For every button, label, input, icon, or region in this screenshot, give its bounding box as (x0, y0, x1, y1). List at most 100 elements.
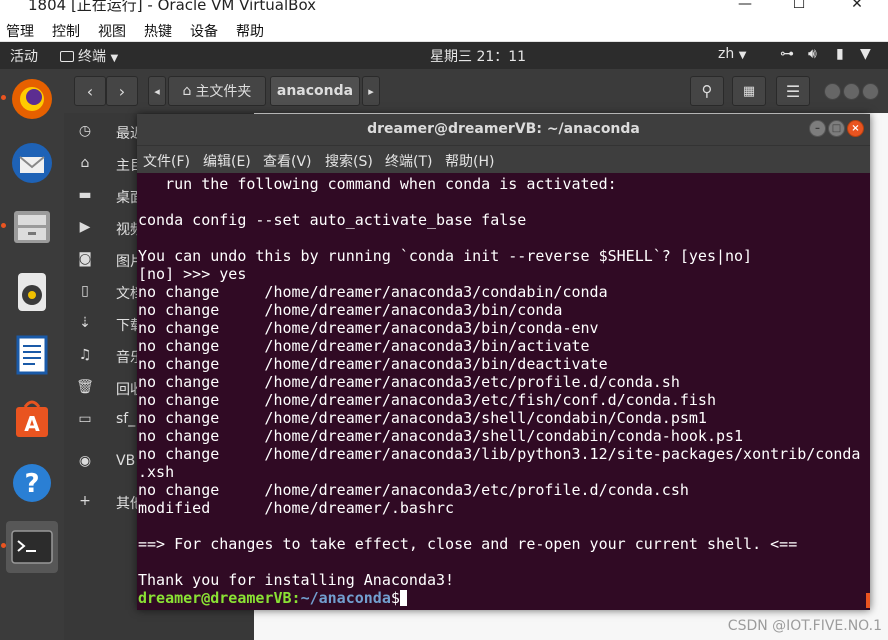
terminal-line: no change /home/dreamer/anaconda3/etc/pr… (138, 481, 689, 499)
terminal-line: no change /home/dreamer/anaconda3/shell/… (138, 427, 744, 445)
terminal-scrollbar-thumb[interactable] (866, 593, 870, 608)
path-home-label: 主文件夹 (195, 84, 252, 100)
search-button[interactable]: ⚲ (690, 76, 724, 106)
vbox-maximize-button[interactable]: ☐ (784, 0, 814, 12)
running-indicator (1, 223, 6, 228)
path-home-button[interactable]: ⌂ 主文件夹 (168, 76, 266, 106)
prompt-user: dreamer@dreamerVB (138, 589, 292, 607)
files-icon[interactable] (6, 201, 58, 253)
app-menu-button[interactable]: 终端 ▼ (60, 46, 118, 66)
terminal-line: no change /home/dreamer/anaconda3/shell/… (138, 409, 707, 427)
terminal-icon[interactable] (6, 521, 58, 573)
path-scroll-right-button[interactable]: ▸ (362, 76, 380, 106)
terminal-menu-file[interactable]: 文件(F) (143, 151, 190, 171)
terminal-minimize-button[interactable]: – (809, 120, 826, 137)
input-method-label: zh (718, 46, 735, 62)
thunderbird-icon[interactable] (6, 137, 58, 189)
input-method-button[interactable]: zh ▼ (718, 46, 746, 62)
terminal-cursor (399, 590, 407, 606)
battery-icon[interactable]: ▮ (836, 46, 844, 62)
vbox-menu-manage[interactable]: 管理 (6, 21, 34, 41)
app-menu-label: 终端 (78, 49, 106, 65)
prompt-symbol: $ (390, 589, 400, 607)
watermark: CSDN @IOT.FIVE.NO.1 (727, 618, 882, 634)
back-button[interactable]: ‹ (74, 76, 106, 106)
help-icon[interactable]: ? (6, 457, 58, 509)
dock: A ? (0, 69, 64, 640)
terminal-window-controls: – □ × (807, 120, 864, 138)
firefox-icon[interactable] (6, 73, 58, 125)
terminal-close-button[interactable]: × (847, 120, 864, 137)
minimize-button[interactable] (824, 83, 841, 100)
volume-icon[interactable]: 🔊︎ (808, 46, 817, 62)
path-current-button[interactable]: anaconda (270, 76, 360, 106)
terminal-title-bar[interactable]: dreamer@dreamerVB: ~/anaconda – □ × (137, 114, 870, 145)
vbox-menu-hotkeys[interactable]: 热键 (144, 21, 172, 41)
chevron-right-icon: › (118, 81, 126, 101)
terminal-line: .xsh (138, 463, 175, 481)
terminal-line: no change /home/dreamer/anaconda3/bin/co… (138, 301, 563, 319)
svg-text:A: A (24, 412, 40, 436)
vbox-menu-control[interactable]: 控制 (52, 21, 80, 41)
vbox-minimize-button[interactable]: — (730, 0, 760, 12)
terminal-line: no change /home/dreamer/anaconda3/bin/co… (138, 319, 599, 337)
software-icon[interactable]: A (6, 393, 58, 445)
terminal-line: no change /home/dreamer/anaconda3/bin/ac… (138, 337, 590, 355)
terminal-line: no change /home/dreamer/anaconda3/lib/py… (138, 445, 861, 463)
terminal-line: no change /home/dreamer/anaconda3/etc/pr… (138, 373, 680, 391)
terminal-line: no change /home/dreamer/anaconda3/condab… (138, 283, 608, 301)
menu-button[interactable]: ☰ (776, 76, 810, 106)
terminal-menu-search[interactable]: 搜索(S) (325, 151, 373, 171)
svg-text:?: ? (24, 469, 39, 499)
terminal-small-icon (60, 51, 74, 62)
vbox-title-bar: 1804 [正在运行] - Oracle VM VirtualBox — ☐ ✕ (0, 0, 888, 18)
terminal-menu-edit[interactable]: 编辑(E) (203, 151, 251, 171)
network-icon[interactable]: ⊶ (780, 46, 794, 62)
search-icon: ⚲ (701, 82, 713, 100)
forward-button[interactable]: › (106, 76, 138, 106)
vbox-close-button[interactable]: ✕ (842, 0, 872, 12)
prompt-path: ~/anaconda (300, 589, 391, 607)
download-icon: ⇣ (79, 315, 91, 331)
shell-prompt: dreamer@dreamerVB:~/anaconda$ (138, 589, 866, 607)
terminal-output[interactable]: run the following command when conda is … (138, 175, 866, 610)
chevron-left-icon: ‹ (86, 81, 94, 101)
close-button[interactable] (862, 83, 879, 100)
vbox-menu-help[interactable]: 帮助 (236, 21, 264, 41)
maximize-button[interactable] (843, 83, 860, 100)
path-scroll-left-button[interactable]: ◂ (148, 76, 166, 106)
terminal-line: You can undo this by running `conda init… (138, 247, 753, 265)
terminal-line: modified /home/dreamer/.bashrc (138, 499, 455, 517)
rhythmbox-icon[interactable] (6, 265, 58, 317)
terminal-menu-help[interactable]: 帮助(H) (445, 151, 494, 171)
video-icon: ▶ (79, 219, 91, 235)
drive-icon: ▭ (78, 411, 92, 427)
grid-icon: ▦ (742, 83, 756, 99)
vbox-menu-view[interactable]: 视图 (98, 21, 126, 41)
window-controls (822, 83, 879, 102)
system-menu-chevron-icon[interactable]: ▼ (860, 46, 871, 62)
path-current-label: anaconda (276, 83, 354, 99)
vbox-menubar: 管理 控制 视图 热键 设备 帮助 (0, 18, 888, 42)
prompt-separator: : (291, 589, 301, 607)
document-icon: ▯ (81, 283, 89, 299)
vbox-window-title: 1804 [正在运行] - Oracle VM VirtualBox (28, 0, 317, 14)
terminal-line: run the following command when conda is … (138, 175, 617, 193)
running-indicator (1, 543, 6, 548)
vbox-menu-devices[interactable]: 设备 (190, 21, 218, 41)
writer-icon[interactable] (6, 329, 58, 381)
running-indicator (1, 95, 6, 100)
terminal-maximize-button[interactable]: □ (828, 120, 845, 137)
terminal-line: conda config --set auto_activate_base fa… (138, 211, 527, 229)
terminal-menu-view[interactable]: 查看(V) (263, 151, 312, 171)
view-options-button[interactable]: ▦ (732, 76, 766, 106)
activities-button[interactable]: 活动 (10, 46, 38, 66)
trash-icon: 🗑︎ (76, 379, 94, 395)
terminal-title: dreamer@dreamerVB: ~/anaconda (367, 121, 640, 137)
terminal-menu-terminal[interactable]: 终端(T) (385, 151, 432, 171)
home-icon: ⌂ (80, 155, 90, 171)
clock[interactable]: 星期三 21：11 (430, 46, 526, 66)
gnome-top-bar: 活动 终端 ▼ 星期三 21：11 zh ▼ ⊶ 🔊︎ ▮ ▼ (0, 42, 888, 69)
